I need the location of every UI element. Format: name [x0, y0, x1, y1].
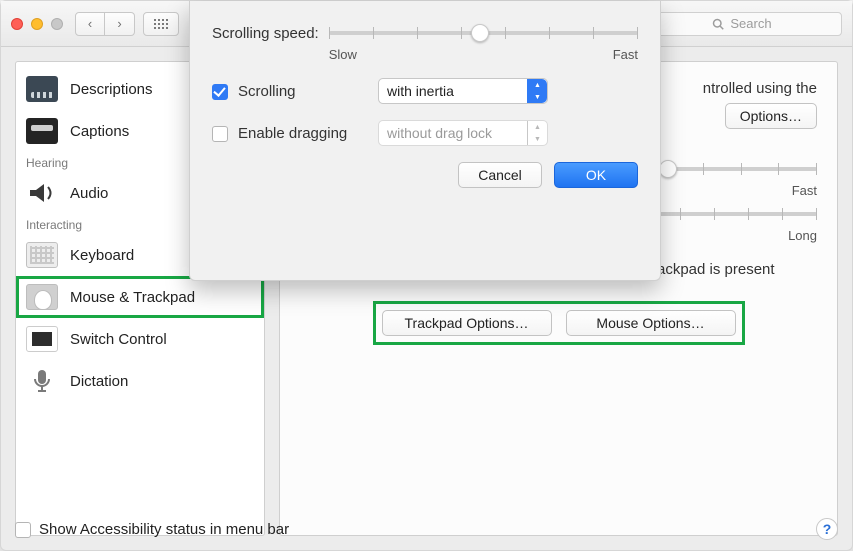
- minimize-window-icon[interactable]: [31, 18, 43, 30]
- dragging-mode-select: without drag lock ▲▼: [378, 120, 548, 146]
- mouse-options-button[interactable]: Mouse Options…: [566, 310, 736, 336]
- help-button[interactable]: ?: [816, 518, 838, 540]
- show-status-label: Show Accessibility status in menu bar: [39, 521, 289, 538]
- scrolling-mode-select[interactable]: with inertia ▲▼: [378, 78, 548, 104]
- sidebar-item-dictation[interactable]: Dictation: [16, 360, 264, 402]
- trackpad-options-button[interactable]: Trackpad Options…: [382, 310, 552, 336]
- nav-buttons: ‹ ›: [75, 12, 135, 36]
- select-stepper-icon: ▲▼: [527, 121, 547, 145]
- trackpad-options-sheet: Scrolling speed: Slow Fast Scrolling wit…: [189, 1, 661, 281]
- select-stepper-icon: ▲▼: [527, 79, 547, 103]
- chevron-left-icon: ‹: [88, 16, 92, 31]
- dictation-icon: [26, 368, 58, 394]
- zoom-window-icon: [51, 18, 63, 30]
- scrolling-speed-label: Scrolling speed:: [212, 25, 319, 42]
- sidebar-item-mouse-trackpad[interactable]: Mouse & Trackpad: [16, 276, 264, 318]
- keyboard-icon: [26, 242, 58, 268]
- show-status-checkbox[interactable]: [15, 522, 31, 538]
- captions-icon: [26, 118, 58, 144]
- sidebar-item-label: Captions: [70, 123, 129, 140]
- search-icon: [712, 18, 724, 30]
- sidebar-item-label: Descriptions: [70, 81, 153, 98]
- options-buttons-highlight: Trackpad Options… Mouse Options…: [376, 304, 742, 342]
- show-all-button[interactable]: [143, 12, 179, 36]
- ok-button[interactable]: OK: [554, 162, 638, 188]
- select-value: without drag lock: [387, 125, 492, 141]
- sidebar-item-switch-control[interactable]: Switch Control: [16, 318, 264, 360]
- sidebar-item-label: Dictation: [70, 373, 128, 390]
- sidebar-item-label: Mouse & Trackpad: [70, 289, 195, 306]
- question-icon: ?: [823, 521, 832, 537]
- select-value: with inertia: [387, 83, 454, 99]
- grid-icon: [154, 19, 168, 29]
- enable-dragging-checkbox[interactable]: [212, 126, 228, 142]
- scrolling-label: Scrolling: [238, 83, 368, 100]
- search-field[interactable]: Search: [642, 12, 842, 36]
- cancel-button[interactable]: Cancel: [458, 162, 542, 188]
- mouse-trackpad-icon: [26, 284, 58, 310]
- descriptions-icon: [26, 76, 58, 102]
- forward-button[interactable]: ›: [105, 12, 135, 36]
- sidebar-item-label: Switch Control: [70, 331, 167, 348]
- audio-icon: [26, 180, 58, 206]
- window-controls: [11, 18, 63, 30]
- close-window-icon[interactable]: [11, 18, 23, 30]
- bottom-bar: Show Accessibility status in menu bar ?: [15, 518, 838, 540]
- switch-control-icon: [26, 326, 58, 352]
- enable-dragging-label: Enable dragging: [238, 125, 368, 142]
- scrolling-checkbox[interactable]: [212, 84, 228, 100]
- back-button[interactable]: ‹: [75, 12, 105, 36]
- search-placeholder: Search: [730, 16, 771, 31]
- accessibility-window: ‹ › Accessibility Search Descriptions: [0, 0, 853, 551]
- chevron-right-icon: ›: [117, 16, 121, 31]
- scrolling-speed-slider[interactable]: [329, 23, 638, 51]
- sidebar-item-label: Keyboard: [70, 247, 134, 264]
- mouse-keys-text-fragment: ntrolled using the: [703, 80, 817, 97]
- sidebar-item-label: Audio: [70, 185, 108, 202]
- mouse-keys-options-button[interactable]: Options…: [725, 103, 817, 129]
